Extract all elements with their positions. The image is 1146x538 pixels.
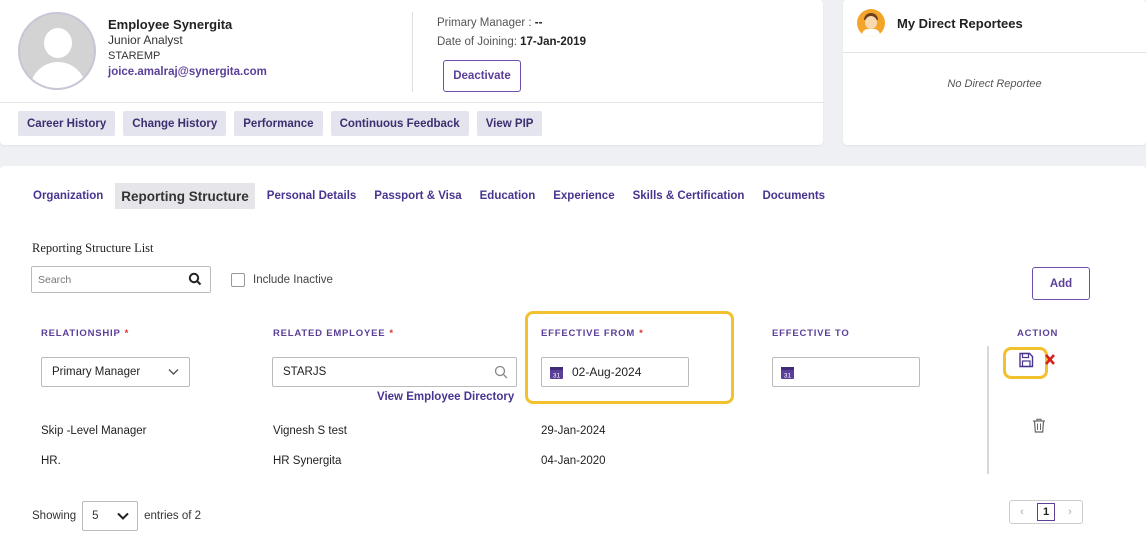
include-inactive: Include Inactive — [231, 273, 333, 287]
column-header-effective-to: EFFECTIVE TO — [772, 328, 850, 339]
view-pip-button[interactable]: View PIP — [476, 111, 543, 136]
relationship-select[interactable]: Primary Manager — [41, 357, 190, 387]
column-header-action: ACTION — [1017, 328, 1058, 339]
change-history-button[interactable]: Change History — [123, 111, 227, 136]
search-input[interactable] — [32, 269, 182, 290]
career-history-button[interactable]: Career History — [18, 111, 116, 136]
relationship-select-value: Primary Manager — [52, 366, 141, 378]
profile-card: Employee Synergita Junior Analyst STAREM… — [0, 0, 823, 145]
reportees-title: My Direct Reportees — [897, 16, 1023, 31]
search-box — [31, 266, 211, 293]
profile-actions: Career History Change History Performanc… — [18, 111, 543, 136]
next-page-button[interactable]: › — [1058, 501, 1082, 523]
direct-reportees-card: My Direct Reportees No Direct Reportee — [843, 0, 1146, 145]
include-inactive-checkbox[interactable] — [231, 273, 245, 287]
search-icon[interactable] — [494, 365, 508, 379]
primary-manager-info: Primary Manager : -- — [437, 17, 542, 29]
add-button[interactable]: Add — [1032, 267, 1090, 300]
page-1-button[interactable]: 1 — [1037, 503, 1055, 521]
row-2-employee: HR Synergita — [273, 455, 342, 467]
row-1-relationship: Skip -Level Manager — [41, 425, 147, 437]
showing-label: Showing — [32, 510, 77, 522]
relationship-header-label: RELATIONSHIP — [41, 328, 121, 339]
avatar — [18, 12, 96, 90]
tab-personal-details[interactable]: Personal Details — [261, 183, 362, 209]
section-tabs: Organization Reporting Structure Persona… — [27, 183, 837, 209]
row-1-effective-from: 29-Jan-2024 — [541, 425, 606, 437]
row-2-relationship: HR. — [41, 455, 61, 467]
effective-to-header-label: EFFECTIVE TO — [772, 328, 850, 339]
tab-organization[interactable]: Organization — [27, 183, 109, 209]
search-icon[interactable] — [188, 272, 202, 286]
row-2-effective-from: 04-Jan-2020 — [541, 455, 606, 467]
calendar-icon[interactable]: 31 — [781, 366, 794, 379]
previous-page-button[interactable]: ‹ — [1010, 501, 1034, 523]
column-header-related-employee: RELATED EMPLOYEE * — [273, 328, 394, 339]
tab-education[interactable]: Education — [474, 183, 542, 209]
required-mark: * — [389, 328, 394, 339]
list-title: Reporting Structure List — [32, 241, 154, 255]
employee-name: Employee Synergita — [108, 17, 233, 32]
view-employee-directory-link[interactable]: View Employee Directory — [377, 391, 514, 403]
reporting-structure-card: Organization Reporting Structure Persona… — [0, 166, 1146, 538]
date-of-joining-info: Date of Joining: 17-Jan-2019 — [437, 36, 586, 48]
employee-email[interactable]: joice.amalraj@synergita.com — [108, 66, 267, 78]
save-icon[interactable] — [1018, 352, 1034, 368]
divider — [412, 12, 413, 92]
scrollbar[interactable] — [987, 346, 989, 474]
action-header-label: ACTION — [1017, 328, 1059, 339]
chevron-down-icon — [168, 369, 179, 375]
divider — [0, 102, 823, 103]
page-size-select[interactable]: 5 — [82, 501, 139, 531]
employee-code: STAREMP — [108, 50, 161, 62]
tab-reporting-structure[interactable]: Reporting Structure — [115, 183, 255, 209]
primary-manager-label: Primary Manager : — [437, 17, 532, 29]
include-inactive-label: Include Inactive — [253, 274, 333, 286]
required-mark: * — [124, 328, 130, 339]
tab-skills-certification[interactable]: Skills & Certification — [627, 183, 751, 209]
no-reportee-text: No Direct Reportee — [947, 78, 1042, 90]
trash-icon[interactable] — [1032, 418, 1046, 433]
effective-to-date-input[interactable]: 31 — [772, 357, 920, 387]
tab-documents[interactable]: Documents — [756, 183, 831, 209]
tab-passport-visa[interactable]: Passport & Visa — [368, 183, 467, 209]
divider — [843, 52, 1146, 53]
effective-from-highlight — [525, 311, 734, 404]
continuous-feedback-button[interactable]: Continuous Feedback — [330, 111, 469, 136]
calendar-icon-day: 31 — [784, 373, 792, 380]
chevron-down-icon — [117, 512, 129, 520]
page-size-control: Showing 5 entries of 2 — [32, 501, 201, 531]
reportee-person-icon — [857, 9, 885, 37]
row-1-employee: Vignesh S test — [273, 425, 347, 437]
column-header-relationship: RELATIONSHIP * — [41, 328, 129, 339]
pagination: ‹ 1 › — [1009, 500, 1083, 524]
cancel-icon[interactable] — [1044, 352, 1056, 366]
page-size-value: 5 — [92, 510, 99, 522]
related-employee-header-label: RELATED EMPLOYEE — [273, 328, 386, 339]
deactivate-button[interactable]: Deactivate — [443, 60, 521, 92]
tab-experience[interactable]: Experience — [547, 183, 620, 209]
related-employee-value: STARJS — [283, 366, 327, 378]
related-employee-input[interactable]: STARJS — [272, 357, 517, 387]
doj-value: 17-Jan-2019 — [520, 36, 586, 48]
employee-role: Junior Analyst — [108, 33, 183, 47]
primary-manager-value: -- — [534, 17, 543, 29]
performance-button[interactable]: Performance — [234, 111, 323, 136]
doj-label: Date of Joining: — [437, 36, 517, 48]
entries-label: entries of 2 — [144, 510, 202, 522]
